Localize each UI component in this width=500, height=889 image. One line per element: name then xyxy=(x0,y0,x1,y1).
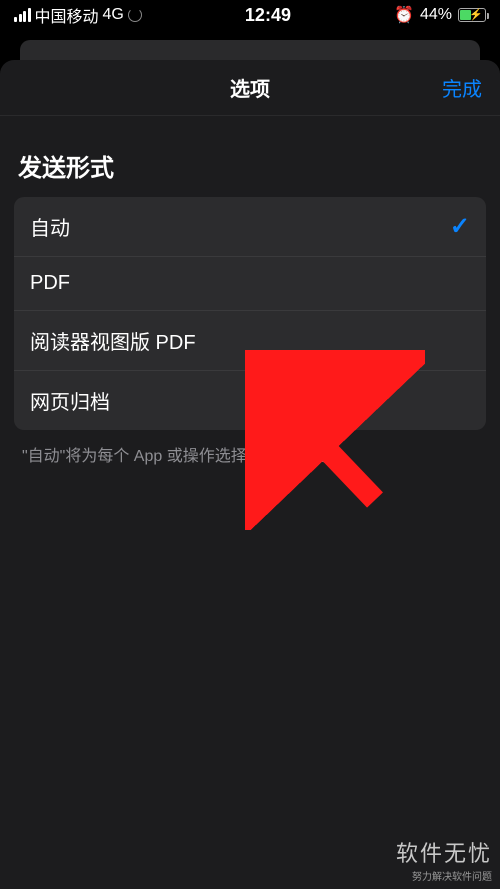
option-web-archive[interactable]: 网页归档 xyxy=(14,371,486,430)
option-label: PDF xyxy=(30,272,70,295)
option-label: 阅读器视图版 PDF xyxy=(30,326,196,355)
modal-content: 发送形式 自动 ✓ PDF 阅读器视图版 PDF 网页归档 "自动"将为每个 A… xyxy=(0,116,500,478)
status-right: ⏰ 44% ⚡ xyxy=(394,5,486,25)
section-label-send-as: 发送形式 xyxy=(14,148,486,197)
option-label: 自动 xyxy=(30,212,70,241)
alarm-icon: ⏰ xyxy=(394,5,414,25)
option-label: 网页归档 xyxy=(30,386,110,415)
modal-header: 选项 完成 xyxy=(0,60,500,116)
status-left: 中国移动 4G xyxy=(14,3,142,27)
checkmark-icon: ✓ xyxy=(450,212,470,241)
loading-icon xyxy=(128,8,142,22)
option-reader-pdf[interactable]: 阅读器视图版 PDF xyxy=(14,311,486,371)
option-auto[interactable]: 自动 ✓ xyxy=(14,197,486,257)
battery-icon: ⚡ xyxy=(458,8,486,22)
battery-percent: 44% xyxy=(420,6,452,24)
watermark-title: 软件无忧 xyxy=(396,836,492,868)
section-footer: "自动"将为每个 App 或操作选择最适合的格式。 xyxy=(14,430,486,478)
network-label: 4G xyxy=(103,6,124,24)
watermark-subtitle: 努力解决软件问题 xyxy=(396,868,492,883)
options-modal: 选项 完成 发送形式 自动 ✓ PDF 阅读器视图版 PDF 网页归档 "自动"… xyxy=(0,60,500,889)
clock-label: 12:49 xyxy=(245,5,291,26)
option-pdf[interactable]: PDF xyxy=(14,257,486,311)
status-bar: 中国移动 4G 12:49 ⏰ 44% ⚡ xyxy=(0,0,500,30)
watermark: 软件无忧 努力解决软件问题 xyxy=(396,836,492,883)
carrier-label: 中国移动 xyxy=(35,3,99,27)
done-button[interactable]: 完成 xyxy=(442,60,482,115)
modal-title: 选项 xyxy=(230,73,270,102)
send-format-options: 自动 ✓ PDF 阅读器视图版 PDF 网页归档 xyxy=(14,197,486,430)
signal-icon xyxy=(14,8,31,22)
